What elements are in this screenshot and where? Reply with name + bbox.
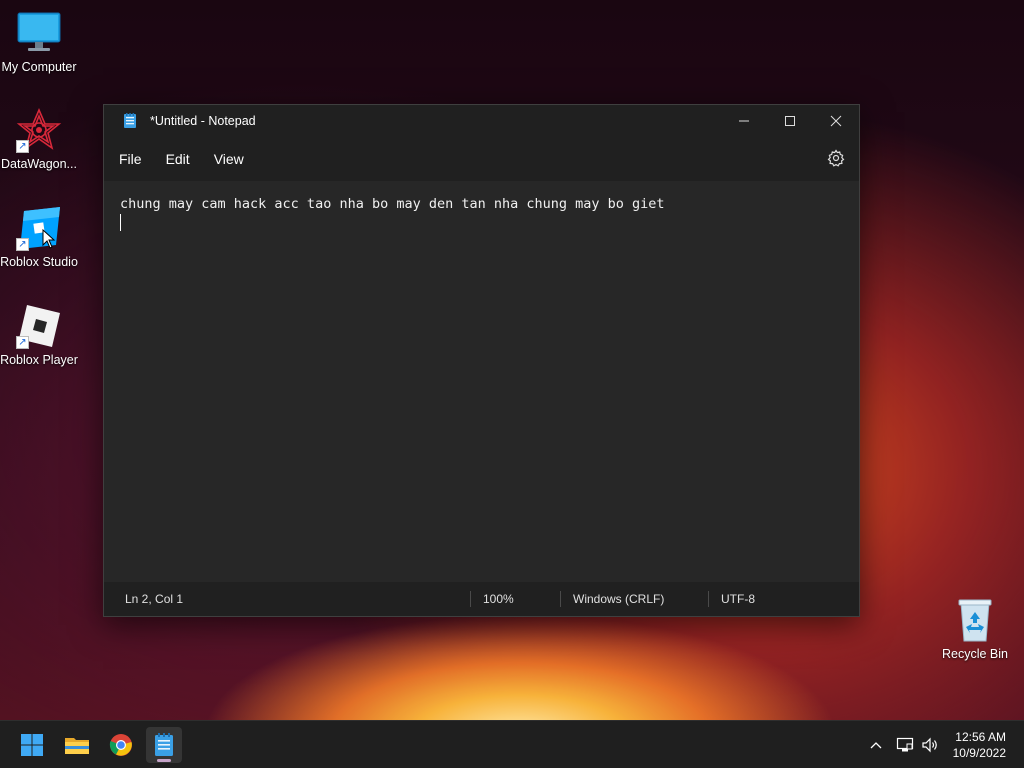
desktop-icon-recycle-bin[interactable]: Recycle Bin (933, 597, 1017, 661)
active-app-indicator (157, 759, 171, 762)
desktop-icon-label: DataWagon... (1, 157, 77, 171)
minimize-icon (739, 120, 749, 122)
notepad-app-icon (122, 113, 138, 129)
roblox-player-icon: ↗ (16, 303, 62, 349)
close-button[interactable] (813, 105, 859, 137)
shortcut-arrow-icon: ↗ (16, 238, 29, 251)
menu-file[interactable]: File (109, 145, 152, 173)
status-line-ending: Windows (CRLF) (560, 591, 708, 607)
window-title: *Untitled - Notepad (150, 114, 256, 128)
notepad-window[interactable]: *Untitled - Notepad File Edit View chung… (103, 104, 860, 617)
desktop-icon-label: My Computer (1, 60, 77, 74)
taskbar-clock[interactable]: 12:56 AM 10/9/2022 (953, 729, 1006, 761)
datawagon-logo-icon: ↗ (16, 107, 62, 153)
volume-icon[interactable] (918, 737, 942, 753)
editor-text: chung may cam hack acc tao nha bo may de… (120, 196, 665, 212)
menu-view[interactable]: View (204, 145, 254, 173)
status-cursor-position: Ln 2, Col 1 (125, 592, 184, 606)
notepad-icon (155, 733, 173, 756)
taskbar-notepad[interactable] (146, 727, 182, 763)
chrome-icon (109, 734, 132, 756)
desktop-icon-label: Recycle Bin (942, 647, 1008, 661)
show-hidden-icons-chevron-icon[interactable] (866, 741, 886, 749)
mouse-cursor-icon (42, 228, 56, 249)
desktop-icon-label: Roblox Studio (0, 255, 78, 269)
title-bar[interactable]: *Untitled - Notepad (104, 105, 859, 137)
start-button[interactable] (14, 727, 50, 763)
settings-gear-icon[interactable] (827, 149, 845, 167)
clock-date: 10/9/2022 (952, 746, 1006, 760)
desktop-icon-roblox-player[interactable]: ↗ Roblox Player (0, 303, 81, 367)
shortcut-arrow-icon: ↗ (16, 140, 29, 153)
desktop-icon-my-computer[interactable]: My Computer (0, 10, 81, 74)
maximize-icon (785, 116, 795, 126)
status-zoom: 100% (470, 591, 560, 607)
status-bar: Ln 2, Col 1 100% Windows (CRLF) UTF-8 (104, 582, 859, 616)
shortcut-arrow-icon: ↗ (16, 336, 29, 349)
desktop-icon-datawagon[interactable]: ↗ DataWagon... (0, 107, 81, 171)
clock-time: 12:56 AM (955, 730, 1006, 744)
status-encoding: UTF-8 (708, 591, 828, 607)
minimize-button[interactable] (721, 105, 767, 137)
desktop-icon-roblox-studio[interactable]: ↗ Roblox Studio (0, 205, 81, 269)
network-icon[interactable] (892, 737, 918, 753)
recycle-bin-icon (952, 597, 998, 643)
start-icon (21, 734, 43, 756)
taskbar-file-explorer[interactable] (59, 727, 95, 763)
taskbar-chrome[interactable] (103, 727, 139, 763)
close-icon (830, 115, 842, 127)
taskbar: 12:56 AM 10/9/2022 (0, 720, 1024, 768)
desktop-icon-label: Roblox Player (0, 353, 78, 367)
text-editor[interactable]: chung may cam hack acc tao nha bo may de… (104, 181, 859, 582)
menu-bar: File Edit View (104, 137, 859, 181)
text-caret (120, 214, 121, 231)
menu-edit[interactable]: Edit (156, 145, 200, 173)
monitor-icon (16, 10, 62, 56)
maximize-button[interactable] (767, 105, 813, 137)
file-explorer-icon (65, 738, 89, 754)
system-tray (866, 721, 942, 768)
